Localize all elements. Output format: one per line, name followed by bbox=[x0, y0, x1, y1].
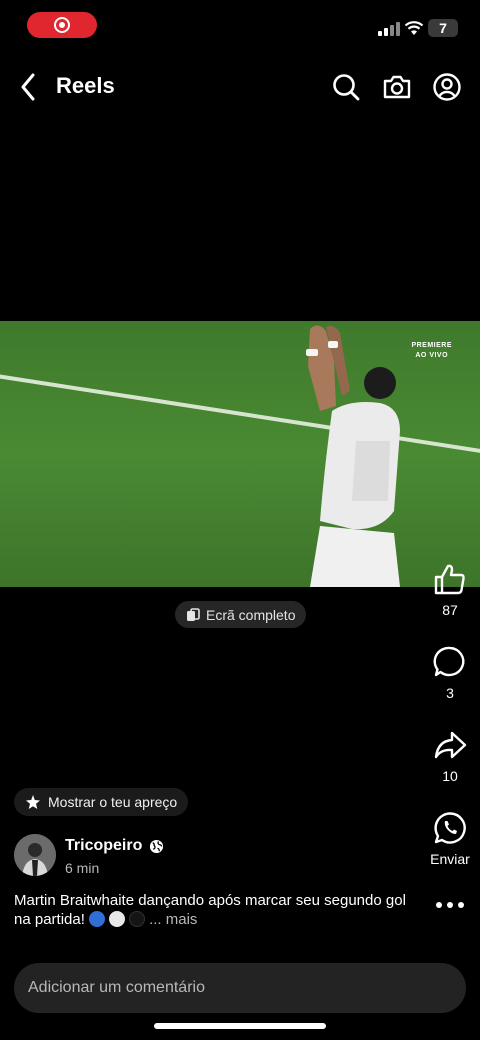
player-figure bbox=[306, 325, 400, 587]
search-button[interactable] bbox=[330, 71, 362, 103]
profile-button[interactable] bbox=[431, 71, 463, 103]
wifi-icon bbox=[404, 21, 424, 35]
share-arrow-icon bbox=[434, 731, 467, 759]
like-count: 87 bbox=[442, 602, 458, 618]
more-options-button[interactable] bbox=[436, 902, 464, 908]
home-indicator[interactable] bbox=[154, 1023, 326, 1029]
chevron-left-icon bbox=[21, 73, 35, 101]
fullscreen-button[interactable]: Ecrã completo bbox=[175, 601, 307, 628]
blue-circle-emoji-icon bbox=[89, 911, 106, 927]
comment-input[interactable]: Adicionar um comentário bbox=[14, 963, 466, 1013]
fullscreen-icon bbox=[187, 607, 200, 621]
avatar-image bbox=[14, 834, 56, 876]
caption-more-link[interactable]: ... mais bbox=[149, 911, 197, 928]
show-appreciation-button[interactable]: Mostrar o teu apreço bbox=[14, 788, 189, 816]
dot-icon bbox=[447, 902, 453, 908]
share-button[interactable]: 10 bbox=[420, 728, 480, 784]
record-icon bbox=[54, 17, 70, 33]
screen-recording-indicator[interactable] bbox=[27, 12, 97, 38]
white-circle-emoji-icon bbox=[109, 911, 126, 927]
globe-icon bbox=[150, 839, 164, 853]
battery-indicator: 7 bbox=[428, 19, 458, 37]
share-count: 10 bbox=[442, 768, 458, 784]
comment-input-placeholder: Adicionar um comentário bbox=[28, 979, 205, 996]
dot-icon bbox=[436, 902, 442, 908]
camera-button[interactable] bbox=[380, 71, 414, 103]
reel-video[interactable]: PREMIERE AO VIVO bbox=[0, 321, 480, 587]
author-row[interactable]: Tricopeiro bbox=[65, 837, 164, 855]
profile-icon bbox=[433, 73, 461, 101]
comment-bubble-icon bbox=[433, 646, 465, 677]
page-title: Reels bbox=[56, 73, 115, 98]
author-avatar[interactable] bbox=[14, 834, 56, 876]
whatsapp-label: Enviar bbox=[430, 851, 470, 867]
show-appreciation-label: Mostrar o teu apreço bbox=[48, 794, 178, 810]
dot-icon bbox=[458, 902, 464, 908]
post-caption[interactable]: Martin Braitwhaite dançando após marcar … bbox=[14, 891, 414, 929]
whatsapp-icon bbox=[434, 812, 466, 844]
comment-count: 3 bbox=[446, 685, 454, 701]
whatsapp-send-button[interactable]: Enviar bbox=[420, 811, 480, 867]
back-button[interactable] bbox=[14, 70, 42, 104]
camera-icon bbox=[383, 75, 411, 99]
sparkle-star-icon bbox=[26, 795, 40, 809]
cellular-signal-icon bbox=[378, 22, 400, 36]
like-button[interactable]: 87 bbox=[420, 562, 480, 618]
author-name[interactable]: Tricopeiro bbox=[65, 837, 142, 855]
post-time: 6 min bbox=[65, 860, 100, 876]
comment-button[interactable]: 3 bbox=[420, 645, 480, 701]
fullscreen-label: Ecrã completo bbox=[206, 606, 296, 623]
thumbs-up-icon bbox=[434, 564, 465, 595]
search-icon bbox=[333, 74, 360, 101]
black-circle-emoji-icon bbox=[129, 911, 146, 927]
caption-text: Martin Braitwhaite dançando após marcar … bbox=[14, 892, 406, 928]
